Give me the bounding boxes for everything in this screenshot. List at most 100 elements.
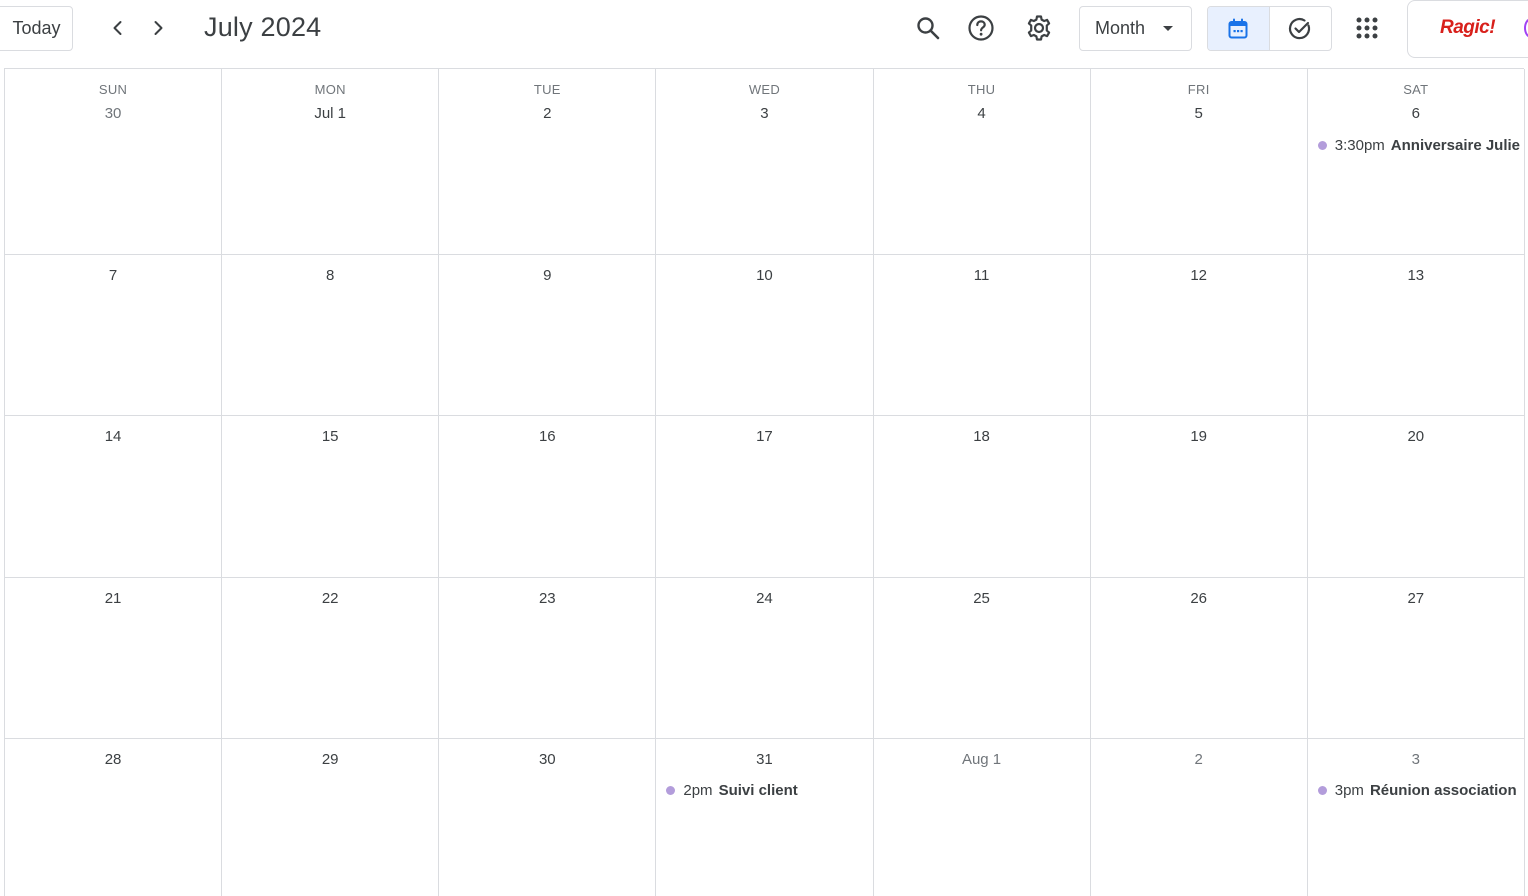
day-number[interactable]: Aug 1 (874, 751, 1090, 768)
day-number[interactable]: 3 (656, 105, 872, 122)
day-cell[interactable]: 8 (222, 255, 440, 415)
day-cell[interactable]: 26 (1091, 578, 1308, 738)
event-dot-icon (1317, 140, 1327, 150)
day-cell[interactable]: SUN 30 (5, 69, 223, 254)
day-number[interactable]: 30 (439, 751, 655, 768)
day-number[interactable]: 15 (222, 428, 438, 445)
day-number[interactable]: 17 (656, 428, 872, 445)
day-cell[interactable]: 24 (656, 578, 874, 738)
day-number[interactable]: 9 (439, 267, 655, 284)
search-button[interactable] (908, 8, 948, 48)
day-number[interactable]: 25 (874, 590, 1090, 607)
tasks-view-toggle[interactable] (1270, 7, 1332, 50)
day-cell[interactable]: 11 (874, 255, 1091, 415)
apps-button[interactable] (1347, 8, 1387, 48)
day-number[interactable]: 7 (5, 267, 221, 284)
week-row: 28 29 30 31 2pm Suivi client Aug 1 2 3 3pm Réunion… (5, 739, 1525, 896)
view-select[interactable]: Month (1079, 6, 1192, 51)
day-number[interactable]: Jul 1 (222, 105, 438, 122)
day-cell[interactable]: 20 (1308, 416, 1525, 577)
settings-button[interactable] (1019, 8, 1059, 48)
day-number[interactable]: 8 (222, 267, 438, 284)
day-number[interactable]: 24 (656, 590, 872, 607)
event-time: 3pm (1334, 781, 1364, 799)
day-number[interactable]: 31 (656, 751, 872, 768)
brand-card[interactable]: Ragic! (1407, 0, 1528, 58)
day-cell[interactable]: 22 (222, 578, 440, 738)
event-chip[interactable]: 3pm Réunion association (1317, 779, 1520, 801)
search-icon (917, 17, 940, 40)
day-number[interactable]: 13 (1308, 267, 1524, 284)
day-cell[interactable]: 19 (1091, 416, 1308, 577)
view-select-label: Month (1095, 18, 1146, 38)
day-number[interactable]: 14 (5, 428, 221, 445)
day-number[interactable]: 18 (874, 428, 1090, 445)
event-chip[interactable]: 2pm Suivi client (666, 779, 868, 801)
day-number[interactable]: 16 (439, 428, 655, 445)
day-number[interactable]: 29 (222, 751, 438, 768)
day-cell[interactable]: 23 (439, 578, 657, 738)
event-title: Anniversaire Julie (1390, 136, 1520, 154)
day-cell[interactable]: FRI 5 (1091, 69, 1308, 254)
day-number[interactable]: 10 (656, 267, 872, 284)
weekday-label: MON (314, 82, 346, 97)
day-number[interactable]: 26 (1091, 590, 1307, 607)
day-cell[interactable]: THU 4 (874, 69, 1091, 254)
day-cell[interactable]: 27 (1308, 578, 1525, 738)
help-button[interactable] (961, 8, 1001, 48)
day-number[interactable]: 23 (439, 590, 655, 607)
day-cell[interactable]: SAT 6 3:30pm Anniversaire Julie (1308, 69, 1525, 254)
day-number[interactable]: 2 (1091, 751, 1307, 768)
day-number[interactable]: 12 (1091, 267, 1307, 284)
day-cell[interactable]: 9 (439, 255, 657, 415)
day-cell[interactable]: 13 (1308, 255, 1525, 415)
apps-grid-icon (1356, 17, 1378, 39)
day-cell[interactable]: TUE 2 (439, 69, 657, 254)
day-number[interactable]: 5 (1091, 105, 1307, 122)
weekday-label: FRI (1187, 82, 1210, 97)
day-cell[interactable]: 15 (222, 416, 440, 577)
caret-down-icon (1163, 26, 1173, 31)
day-cell[interactable]: MON Jul 1 (222, 69, 440, 254)
day-number[interactable]: 4 (874, 105, 1090, 122)
day-cell[interactable]: 28 (5, 739, 223, 896)
day-cell[interactable]: 12 (1091, 255, 1308, 415)
day-number[interactable]: 2 (439, 105, 655, 122)
day-number[interactable]: 19 (1091, 428, 1307, 445)
day-number[interactable]: 28 (5, 751, 221, 768)
day-number[interactable]: 11 (874, 267, 1090, 284)
day-number[interactable]: 30 (5, 105, 221, 122)
event-chip[interactable]: 3:30pm Anniversaire Julie (1317, 134, 1520, 156)
view-toggle-group (1207, 6, 1332, 51)
day-number[interactable]: 6 (1308, 105, 1524, 122)
day-cell[interactable]: 21 (5, 578, 223, 738)
day-cell[interactable]: 29 (222, 739, 440, 896)
day-cell[interactable]: WED 3 (656, 69, 874, 254)
day-cell[interactable]: 18 (874, 416, 1091, 577)
next-month-button[interactable] (140, 10, 176, 46)
day-cell[interactable]: 7 (5, 255, 223, 415)
weekday-label: WED (748, 82, 781, 97)
day-number[interactable]: 22 (222, 590, 438, 607)
day-cell[interactable]: 2 (1091, 739, 1308, 896)
previous-month-button[interactable] (100, 10, 136, 46)
calendar-view-toggle[interactable] (1208, 7, 1270, 50)
day-cell[interactable]: 31 2pm Suivi client (656, 739, 874, 896)
day-cell[interactable]: 3 3pm Réunion association (1308, 739, 1525, 896)
week-row: 7 8 9 10 11 12 13 (5, 255, 1525, 416)
day-number[interactable]: 21 (5, 590, 221, 607)
day-cell[interactable]: 30 (439, 739, 657, 896)
day-cell[interactable]: 16 (439, 416, 657, 577)
day-cell[interactable]: 14 (5, 416, 223, 577)
day-cell[interactable]: 25 (874, 578, 1091, 738)
gear-icon (1027, 15, 1051, 41)
event-dot-icon (1317, 785, 1327, 795)
today-button[interactable]: Today (0, 6, 73, 51)
day-number[interactable]: 20 (1308, 428, 1524, 445)
day-number[interactable]: 27 (1308, 590, 1524, 607)
day-cell[interactable]: 17 (656, 416, 874, 577)
day-cell[interactable]: Aug 1 (874, 739, 1091, 896)
day-cell[interactable]: 10 (656, 255, 874, 415)
day-number[interactable]: 3 (1308, 751, 1524, 768)
week-row: 14 15 16 17 18 19 20 (5, 416, 1525, 578)
